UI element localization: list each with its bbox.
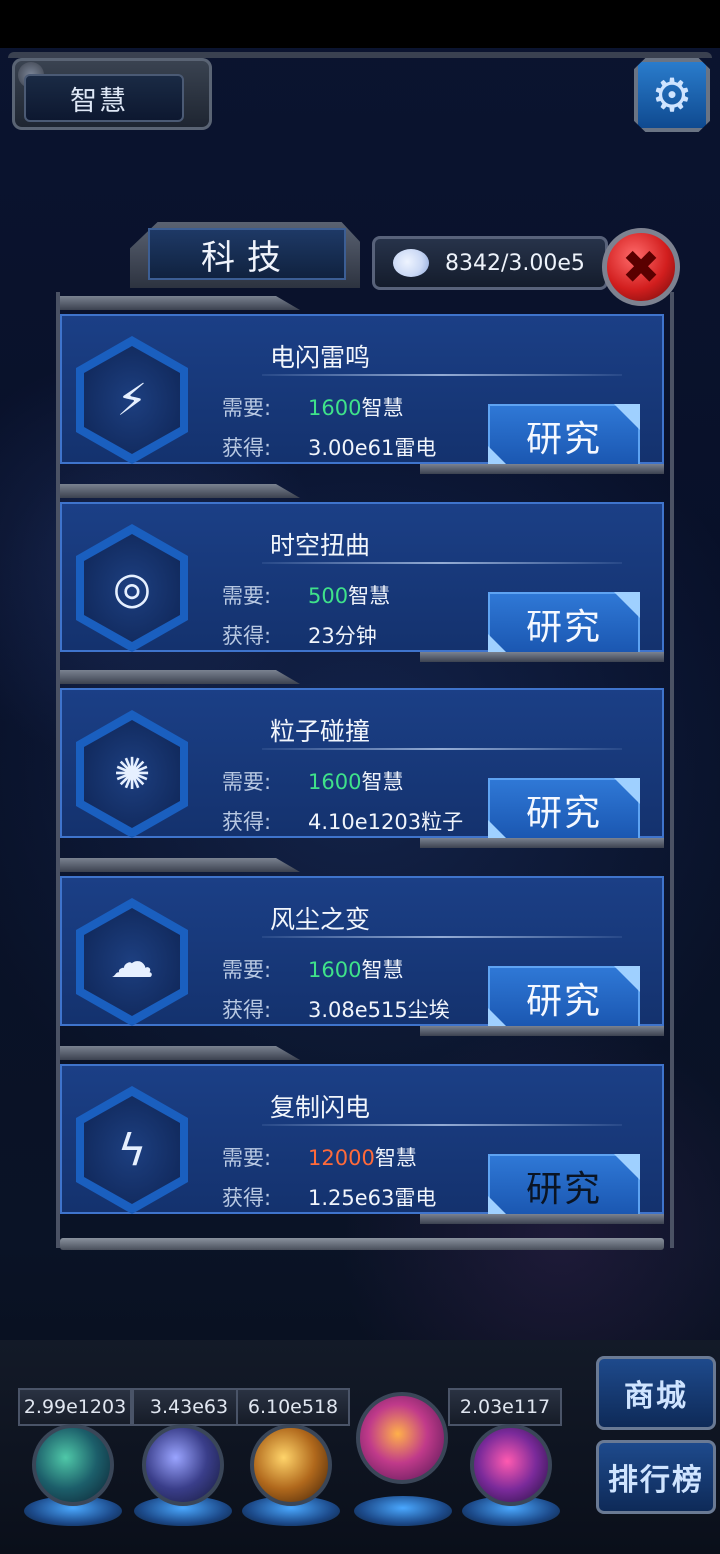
pedestal — [354, 1496, 452, 1526]
resource-chip: 2.03e117 — [448, 1388, 562, 1426]
card-body: ϟ 复制闪电 需要: 12000智慧 获得: 1.25e63雷电 研究 — [60, 1064, 664, 1218]
cost-number: 500 — [308, 584, 349, 608]
research-button-label: 研究 — [525, 607, 602, 648]
divider — [262, 936, 622, 938]
wisdom-value: 8342/3.00e5 — [445, 250, 585, 276]
tech-name: 时空扭曲 — [270, 531, 371, 560]
require-label: 需要: — [222, 396, 272, 420]
tech-name: 粒子碰撞 — [270, 717, 371, 746]
cost-number: 12000 — [308, 1146, 375, 1170]
tech-cost: 1600智慧 — [308, 766, 403, 796]
card-frame-top — [60, 858, 300, 872]
tech-cost: 1600智慧 — [308, 954, 403, 984]
corner-decoration — [614, 1154, 640, 1180]
cost-unit: 智慧 — [348, 584, 391, 608]
energy-orb-icon[interactable] — [356, 1392, 448, 1484]
require-label: 需要: — [222, 584, 272, 608]
corner-decoration — [614, 778, 640, 804]
card-frame-bottom — [420, 838, 664, 848]
cost-unit: 智慧 — [361, 396, 404, 420]
card-frame-bottom — [420, 1026, 664, 1036]
tech-gain: 3.08e515尘埃 — [308, 998, 450, 1022]
cost-unit: 智慧 — [374, 1146, 417, 1170]
gain-label: 获得: — [222, 436, 272, 460]
require-label: 需要: — [222, 1146, 272, 1170]
tech-name: 风尘之变 — [270, 905, 371, 934]
research-button-label: 研究 — [525, 793, 602, 834]
divider — [262, 374, 622, 376]
tech-cost: 500智慧 — [308, 580, 390, 610]
tech-name: 复制闪电 — [270, 1093, 371, 1122]
research-button-label: 研究 — [525, 419, 602, 460]
divider — [262, 1124, 622, 1126]
vortex-orb-icon[interactable] — [470, 1424, 552, 1506]
cost-number: 1600 — [308, 396, 362, 420]
tech-card: ☁ 风尘之变 需要: 1600智慧 获得: 3.08e515尘埃 研究 — [60, 858, 664, 1040]
research-button[interactable]: 研究 — [488, 778, 640, 842]
gain-label: 获得: — [222, 624, 272, 648]
settings-button[interactable]: ⚙ — [634, 58, 710, 132]
corner-decoration — [614, 966, 640, 992]
cost-number: 1600 — [308, 958, 362, 982]
gain-label: 获得: — [222, 1186, 272, 1210]
resource-chip: 3.43e63 — [132, 1388, 246, 1426]
tech-cost: 12000智慧 — [308, 1142, 417, 1172]
page-title: 智慧 — [24, 74, 184, 122]
resource-chip: 2.99e1203 — [18, 1388, 132, 1426]
tech-gain: 3.00e61雷电 — [308, 436, 437, 460]
gain-label: 获得: — [222, 810, 272, 834]
research-button[interactable]: 研究 — [488, 966, 640, 1030]
divider — [262, 748, 622, 750]
gain-label: 获得: — [222, 998, 272, 1022]
panel-title: 科技 — [148, 228, 346, 280]
tech-name: 电闪雷鸣 — [270, 343, 371, 372]
cost-unit: 智慧 — [361, 770, 404, 794]
tech-gain: 4.10e1203粒子 — [308, 810, 464, 834]
tech-card: ϟ 复制闪电 需要: 12000智慧 获得: 1.25e63雷电 研究 — [60, 1046, 664, 1228]
card-frame-bottom — [420, 1214, 664, 1224]
tech-cost: 1600智慧 — [308, 392, 403, 422]
research-button-label: 研究 — [525, 1169, 602, 1210]
require-label: 需要: — [222, 958, 272, 982]
card-body: ◎ 时空扭曲 需要: 500智慧 获得: 23分钟 研究 — [60, 502, 664, 656]
card-body: ⚡ 电闪雷鸣 需要: 1600智慧 获得: 3.00e61雷电 研究 — [60, 314, 664, 468]
tech-card: ⚡ 电闪雷鸣 需要: 1600智慧 获得: 3.00e61雷电 研究 — [60, 296, 664, 478]
card-frame-bottom — [420, 652, 664, 662]
require-label: 需要: — [222, 770, 272, 794]
tech-gain: 1.25e63雷电 — [308, 1186, 437, 1210]
card-frame-top — [60, 670, 300, 684]
leaderboard-button[interactable]: 排行榜 — [596, 1440, 716, 1514]
card-body: ✺ 粒子碰撞 需要: 1600智慧 获得: 4.10e1203粒子 研究 — [60, 688, 664, 842]
card-body: ☁ 风尘之变 需要: 1600智慧 获得: 3.08e515尘埃 研究 — [60, 876, 664, 1030]
cost-unit: 智慧 — [361, 958, 404, 982]
card-frame-top — [60, 296, 300, 310]
status-bar — [0, 0, 720, 48]
divider — [262, 562, 622, 564]
resource-chip: 6.10e518 — [236, 1388, 350, 1426]
particle-orb-icon[interactable] — [32, 1424, 114, 1506]
brain-icon — [393, 249, 429, 277]
dust-orb-icon[interactable] — [250, 1424, 332, 1506]
research-button[interactable]: 研究 — [488, 592, 640, 656]
research-button[interactable]: 研究 — [488, 404, 640, 468]
tech-card: ✺ 粒子碰撞 需要: 1600智慧 获得: 4.10e1203粒子 研究 — [60, 670, 664, 852]
panel-bottom-frame — [60, 1238, 664, 1250]
card-frame-top — [60, 484, 300, 498]
research-button-label: 研究 — [525, 981, 602, 1022]
shop-button[interactable]: 商城 — [596, 1356, 716, 1430]
tech-gain: 23分钟 — [308, 624, 377, 648]
card-frame-bottom — [420, 464, 664, 474]
close-icon: ✖ — [621, 240, 661, 294]
wisdom-counter: 8342/3.00e5 — [372, 236, 608, 290]
tech-card: ◎ 时空扭曲 需要: 500智慧 获得: 23分钟 研究 — [60, 484, 664, 666]
card-frame-top — [60, 1046, 300, 1060]
corner-decoration — [614, 404, 640, 430]
gear-icon: ⚙ — [651, 68, 693, 122]
lightning-orb-icon[interactable] — [142, 1424, 224, 1506]
research-button[interactable]: 研究 — [488, 1154, 640, 1218]
corner-decoration — [614, 592, 640, 618]
cost-number: 1600 — [308, 770, 362, 794]
